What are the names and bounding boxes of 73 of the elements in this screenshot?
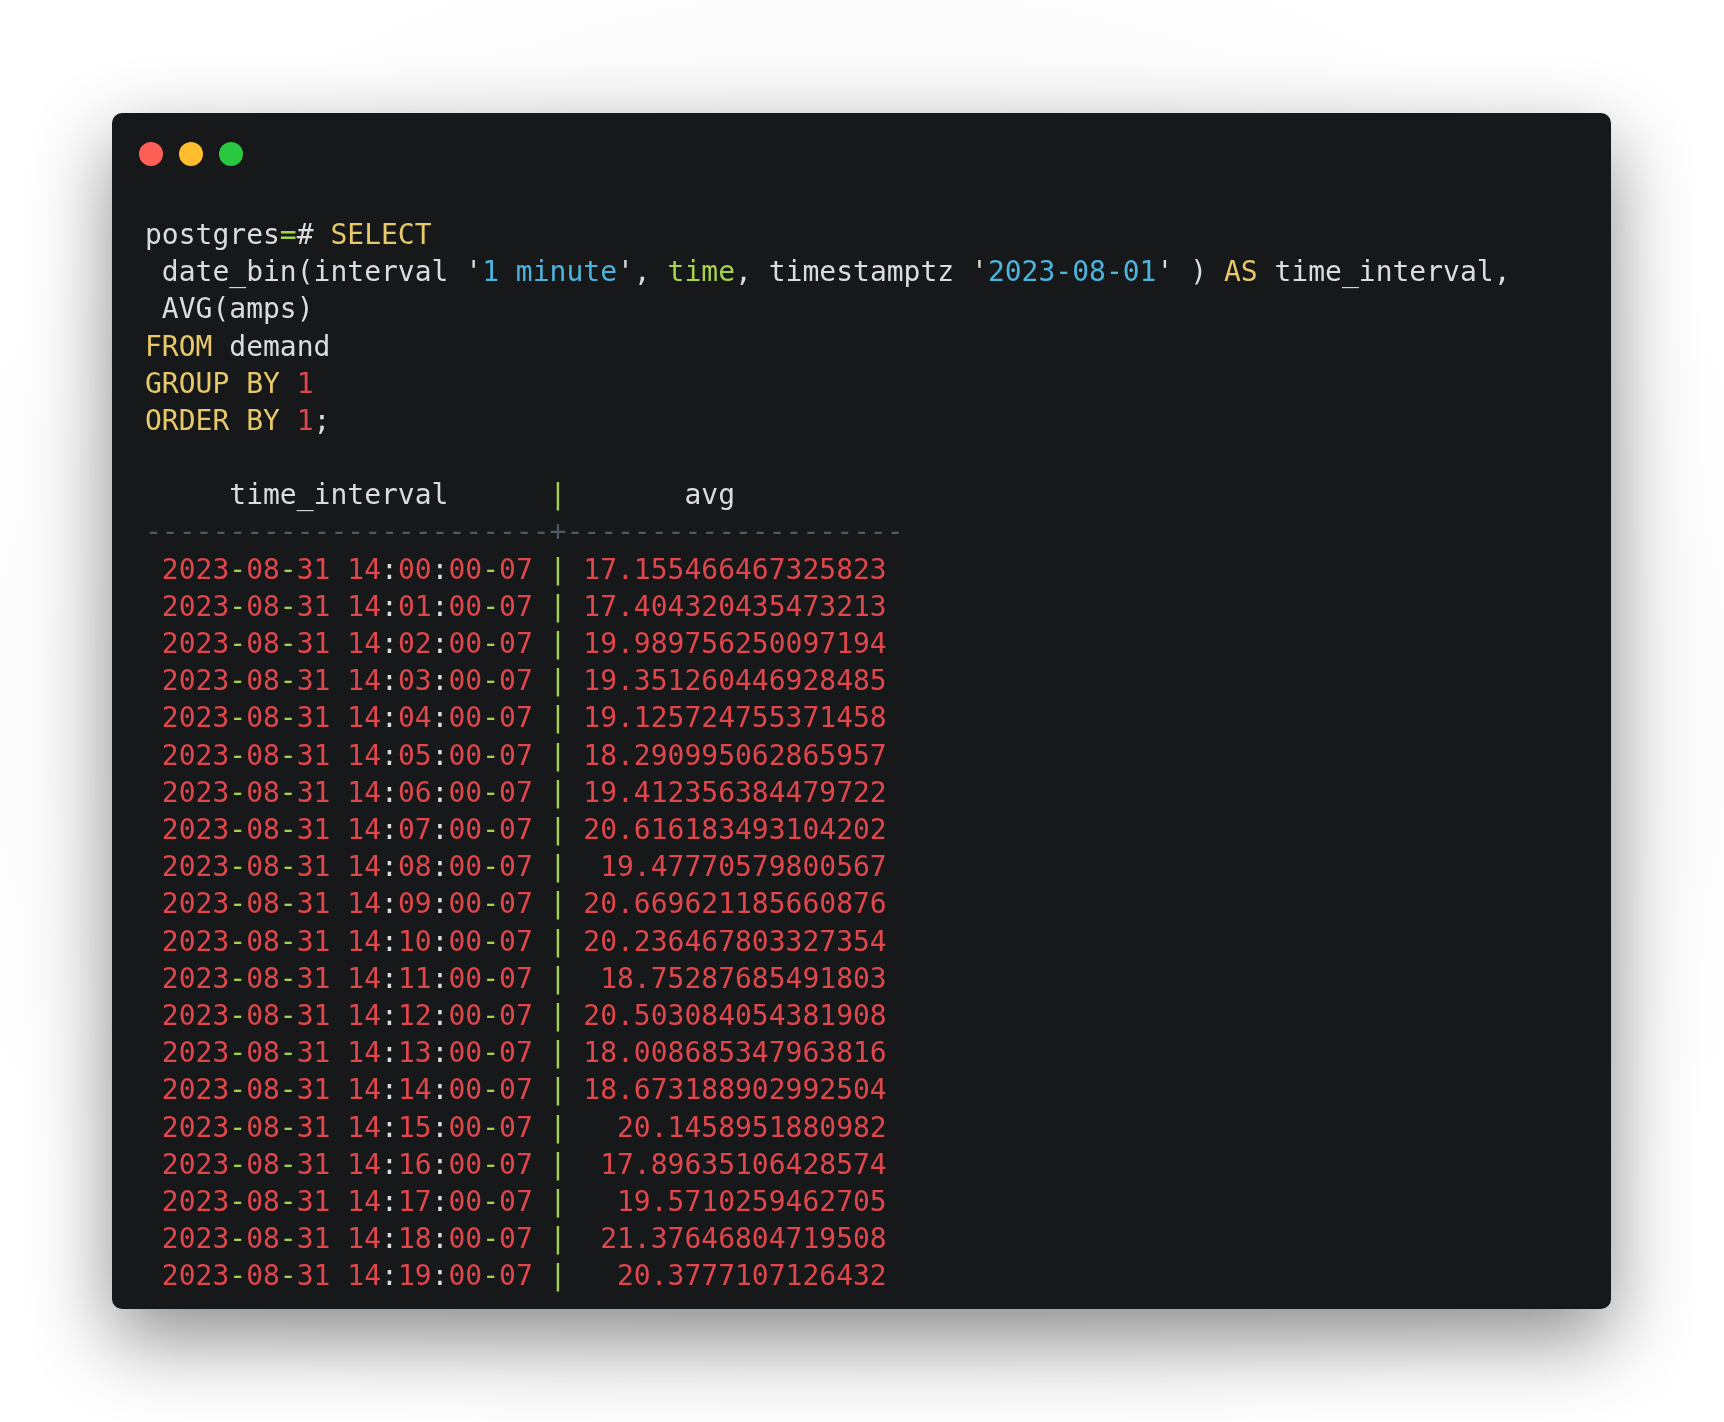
column-separator: | bbox=[549, 700, 567, 737]
table-cell-text: 2023-08-31 14:03:00-07 bbox=[160, 663, 534, 700]
column-separator: | bbox=[549, 626, 567, 663]
code-line: date_bin(interval '1 minute', time, timestamptz '2023-08-01' ) AS time_interval, bbox=[160, 254, 1512, 291]
column-separator: | bbox=[549, 1221, 567, 1258]
table-cell-text: 19.412356384479722 bbox=[582, 774, 888, 811]
column-separator: | bbox=[549, 849, 567, 886]
column-separator: | bbox=[549, 1258, 567, 1295]
table-cell-text: 20.236467803327354 bbox=[582, 923, 888, 960]
window-button[interactable] bbox=[179, 142, 203, 166]
column-separator: | bbox=[549, 1146, 567, 1183]
table-cell-text: 18.008685347963816 bbox=[582, 1035, 888, 1072]
table-cell-text: 18.673188902992504 bbox=[582, 1072, 888, 1109]
table-cell-text: 2023-08-31 14:19:00-07 bbox=[160, 1258, 534, 1295]
column-separator: | bbox=[549, 886, 567, 923]
table-cell-text: 20.1458951880982 bbox=[616, 1109, 888, 1146]
table-cell-text: 2023-08-31 14:04:00-07 bbox=[160, 700, 534, 737]
table-cell-text: 2023-08-31 14:11:00-07 bbox=[160, 960, 534, 997]
code-line: ORDER BY 1; bbox=[145, 403, 332, 439]
table-cell-text: 2023-08-31 14:01:00-07 bbox=[160, 588, 534, 625]
column-separator: | bbox=[549, 923, 567, 960]
column-separator: | bbox=[549, 551, 567, 588]
code-line: AVG(amps) bbox=[160, 291, 315, 328]
column-header: time_interval bbox=[228, 477, 450, 514]
column-separator: | bbox=[549, 960, 567, 997]
table-cell-text: 2023-08-31 14:18:00-07 bbox=[160, 1221, 534, 1258]
table-cell-text: 20.3777107126432 bbox=[616, 1258, 888, 1295]
table-cell-text: 19.989756250097194 bbox=[582, 626, 888, 663]
table-cell-text: 2023-08-31 14:14:00-07 bbox=[160, 1072, 534, 1109]
column-separator: | bbox=[549, 1072, 567, 1109]
column-separator: | bbox=[549, 588, 567, 625]
table-cell-text: 21.37646804719508 bbox=[599, 1221, 888, 1258]
column-separator: | bbox=[549, 812, 567, 849]
code-line: FROM demand bbox=[145, 328, 332, 365]
table-cell-text: 2023-08-31 14:13:00-07 bbox=[160, 1035, 534, 1072]
table-cell-text: 18.290995062865957 bbox=[582, 737, 888, 774]
table-cell-text: 2023-08-31 14:08:00-07 bbox=[160, 849, 534, 886]
table-cell-text: 2023-08-31 14:16:00-07 bbox=[160, 1146, 534, 1183]
table-cell-text: 20.669621185660876 bbox=[582, 886, 888, 923]
table-cell-text: 17.89635106428574 bbox=[599, 1146, 888, 1183]
table-cell-text: 2023-08-31 14:17:00-07 bbox=[160, 1184, 534, 1221]
window-button[interactable] bbox=[219, 142, 243, 166]
table-cell-text: 2023-08-31 14:15:00-07 bbox=[160, 1109, 534, 1146]
column-separator: | bbox=[549, 477, 567, 514]
table-cell-text: 18.75287685491803 bbox=[599, 960, 888, 997]
table-cell-text: 2023-08-31 14:12:00-07 bbox=[160, 998, 534, 1035]
column-separator: | bbox=[549, 1109, 567, 1146]
table-cell-text: 2023-08-31 14:00:00-07 bbox=[160, 551, 534, 588]
table-cell-text: 17.155466467325823 bbox=[582, 551, 888, 588]
table-cell-text: 19.125724755371458 bbox=[582, 700, 888, 737]
header-rule: ------------------------+-------------------- bbox=[145, 514, 905, 551]
column-separator: | bbox=[549, 774, 567, 811]
table-cell-text: 19.5710259462705 bbox=[616, 1184, 888, 1221]
table-cell-text: 2023-08-31 14:02:00-07 bbox=[160, 626, 534, 663]
column-separator: | bbox=[549, 1035, 567, 1072]
table-cell-text: 19.47770579800567 bbox=[599, 849, 888, 886]
table-cell-text: 2023-08-31 14:07:00-07 bbox=[160, 812, 534, 849]
table-cell-text: 2023-08-31 14:06:00-07 bbox=[160, 774, 534, 811]
table-cell-text: 2023-08-31 14:05:00-07 bbox=[160, 737, 534, 774]
column-separator: | bbox=[549, 663, 567, 700]
code-line: postgres=# SELECT bbox=[145, 217, 433, 253]
column-header: avg bbox=[683, 477, 736, 514]
table-cell-text: 17.404320435473213 bbox=[582, 588, 888, 625]
table-cell-text: 2023-08-31 14:10:00-07 bbox=[160, 923, 534, 960]
window-button[interactable] bbox=[139, 142, 163, 166]
table-cell-text: 19.351260446928485 bbox=[582, 663, 888, 700]
table-cell-text: 20.616183493104202 bbox=[582, 812, 888, 849]
column-separator: | bbox=[549, 737, 567, 774]
table-cell-text: 2023-08-31 14:09:00-07 bbox=[160, 886, 534, 923]
code-line: GROUP BY 1 bbox=[145, 365, 315, 402]
column-separator: | bbox=[549, 1184, 567, 1221]
table-cell-text: 20.503084054381908 bbox=[582, 998, 888, 1035]
column-separator: | bbox=[549, 998, 567, 1035]
